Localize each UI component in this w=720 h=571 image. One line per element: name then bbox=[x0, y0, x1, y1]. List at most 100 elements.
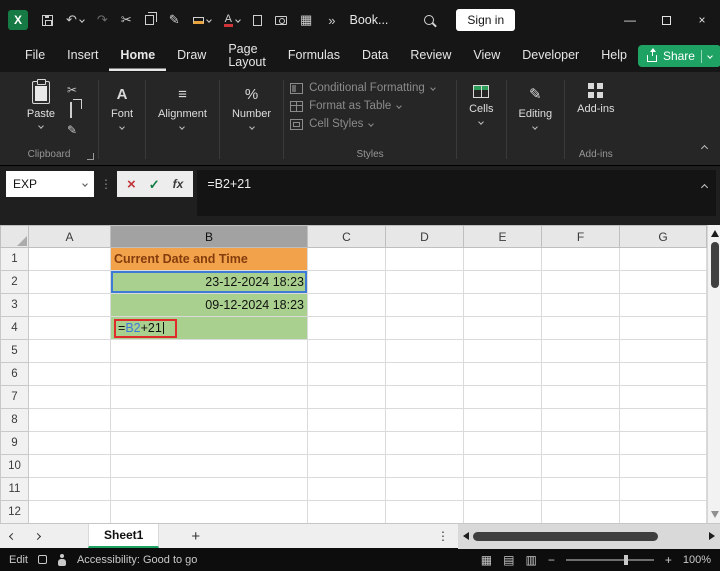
cell-C9[interactable] bbox=[307, 431, 386, 455]
vertical-scroll-thumb[interactable] bbox=[711, 242, 719, 288]
tab-page-layout[interactable]: Page Layout bbox=[217, 35, 277, 77]
cut-button[interactable]: ✂ bbox=[67, 83, 77, 97]
cell-D11[interactable] bbox=[385, 477, 464, 501]
page-break-view-button[interactable]: ▥ bbox=[525, 554, 536, 566]
cell-E6[interactable] bbox=[463, 362, 542, 386]
vertical-scrollbar[interactable] bbox=[707, 225, 720, 523]
macro-record-button[interactable] bbox=[37, 555, 47, 564]
zoom-out-button[interactable]: − bbox=[548, 554, 555, 566]
cell-G2[interactable] bbox=[619, 270, 707, 294]
cell-E4[interactable] bbox=[463, 316, 542, 340]
cell-E2[interactable] bbox=[463, 270, 542, 294]
minimize-button[interactable]: — bbox=[612, 0, 648, 40]
horizontal-scroll-thumb[interactable] bbox=[473, 531, 658, 541]
cell-G4[interactable] bbox=[619, 316, 707, 340]
undo-button[interactable]: ↶ bbox=[66, 12, 85, 28]
cell-G5[interactable] bbox=[619, 339, 707, 363]
cell-F10[interactable] bbox=[541, 454, 620, 478]
cell-F5[interactable] bbox=[541, 339, 620, 363]
cut-button[interactable]: ✂ bbox=[121, 12, 132, 28]
cell-E7[interactable] bbox=[463, 385, 542, 409]
row-header-9[interactable]: 9 bbox=[0, 431, 29, 455]
font-group-button[interactable]: A Font bbox=[99, 72, 145, 165]
zoom-slider[interactable] bbox=[565, 554, 654, 565]
tab-review[interactable]: Review bbox=[399, 41, 462, 71]
cell-C5[interactable] bbox=[307, 339, 386, 363]
cell-D1[interactable] bbox=[385, 247, 464, 271]
cell-B9[interactable] bbox=[110, 431, 308, 455]
enter-button[interactable]: ✓ bbox=[149, 178, 160, 191]
maximize-button[interactable] bbox=[648, 0, 684, 40]
camera-button[interactable] bbox=[274, 15, 287, 25]
editing-group-button[interactable]: ✎ Editing bbox=[507, 72, 565, 165]
cell-F7[interactable] bbox=[541, 385, 620, 409]
conditional-formatting-button[interactable]: Conditional Formatting bbox=[288, 79, 437, 97]
cell-C11[interactable] bbox=[307, 477, 386, 501]
formula-input[interactable]: =B2+21 bbox=[197, 170, 716, 216]
cell-B4[interactable]: = B2 +21 bbox=[110, 316, 308, 340]
cell-G6[interactable] bbox=[619, 362, 707, 386]
fill-color-button[interactable] bbox=[192, 16, 212, 24]
cell-B11[interactable] bbox=[110, 477, 308, 501]
cell-styles-button[interactable]: Cell Styles bbox=[288, 115, 375, 133]
row-header-6[interactable]: 6 bbox=[0, 362, 29, 386]
cell-D7[interactable] bbox=[385, 385, 464, 409]
cell-C4[interactable] bbox=[307, 316, 386, 340]
zoom-in-button[interactable]: + bbox=[665, 554, 672, 566]
row-header-8[interactable]: 8 bbox=[0, 408, 29, 432]
cell-E10[interactable] bbox=[463, 454, 542, 478]
formula-bar-collapse-button[interactable] bbox=[700, 179, 709, 193]
cell-B2[interactable]: 23-12-2024 18:23 bbox=[110, 270, 308, 294]
cell-A7[interactable] bbox=[28, 385, 111, 409]
cell-F11[interactable] bbox=[541, 477, 620, 501]
cells-group-button[interactable]: Cells bbox=[457, 72, 505, 165]
cell-A11[interactable] bbox=[28, 477, 111, 501]
cell-C1[interactable] bbox=[307, 247, 386, 271]
cell-C2[interactable] bbox=[307, 270, 386, 294]
tab-insert[interactable]: Insert bbox=[56, 41, 109, 71]
scroll-right-button[interactable] bbox=[709, 531, 715, 540]
format-painter-button[interactable]: ✎ bbox=[67, 123, 77, 137]
cell-D10[interactable] bbox=[385, 454, 464, 478]
normal-view-button[interactable]: ▦ bbox=[481, 554, 492, 566]
cell-F6[interactable] bbox=[541, 362, 620, 386]
cell-F4[interactable] bbox=[541, 316, 620, 340]
cell-F9[interactable] bbox=[541, 431, 620, 455]
cell-B7[interactable] bbox=[110, 385, 308, 409]
copy-button[interactable] bbox=[70, 102, 74, 118]
row-header-10[interactable]: 10 bbox=[0, 454, 29, 478]
number-group-button[interactable]: % Number bbox=[220, 72, 283, 165]
cell-F8[interactable] bbox=[541, 408, 620, 432]
redo-button[interactable]: ↷ bbox=[97, 12, 108, 28]
column-header-A[interactable]: A bbox=[28, 225, 111, 248]
collapse-ribbon-button[interactable] bbox=[700, 138, 709, 156]
cell-G12[interactable] bbox=[619, 500, 707, 523]
zoom-slider-thumb[interactable] bbox=[623, 554, 628, 565]
cell-B3[interactable]: 09-12-2024 18:23 bbox=[110, 293, 308, 317]
cell-D3[interactable] bbox=[385, 293, 464, 317]
cell-F12[interactable] bbox=[541, 500, 620, 523]
tab-help[interactable]: Help bbox=[590, 41, 638, 71]
column-header-G[interactable]: G bbox=[619, 225, 707, 248]
column-header-C[interactable]: C bbox=[307, 225, 386, 248]
tab-data[interactable]: Data bbox=[351, 41, 399, 71]
save-button[interactable] bbox=[42, 14, 53, 26]
tab-developer[interactable]: Developer bbox=[511, 41, 590, 71]
cell-A8[interactable] bbox=[28, 408, 111, 432]
format-as-table-button[interactable]: Format as Table bbox=[288, 97, 403, 115]
share-button[interactable]: Share bbox=[637, 45, 720, 67]
add-sheet-button[interactable]: + bbox=[191, 529, 200, 544]
cell-C10[interactable] bbox=[307, 454, 386, 478]
cell-G11[interactable] bbox=[619, 477, 707, 501]
cell-C6[interactable] bbox=[307, 362, 386, 386]
cell-A9[interactable] bbox=[28, 431, 111, 455]
cell-A5[interactable] bbox=[28, 339, 111, 363]
cell-G8[interactable] bbox=[619, 408, 707, 432]
cell-F1[interactable] bbox=[541, 247, 620, 271]
column-header-E[interactable]: E bbox=[463, 225, 542, 248]
cell-B10[interactable] bbox=[110, 454, 308, 478]
cell-E8[interactable] bbox=[463, 408, 542, 432]
cell-D4[interactable] bbox=[385, 316, 464, 340]
cell-A1[interactable] bbox=[28, 247, 111, 271]
row-header-2[interactable]: 2 bbox=[0, 270, 29, 294]
